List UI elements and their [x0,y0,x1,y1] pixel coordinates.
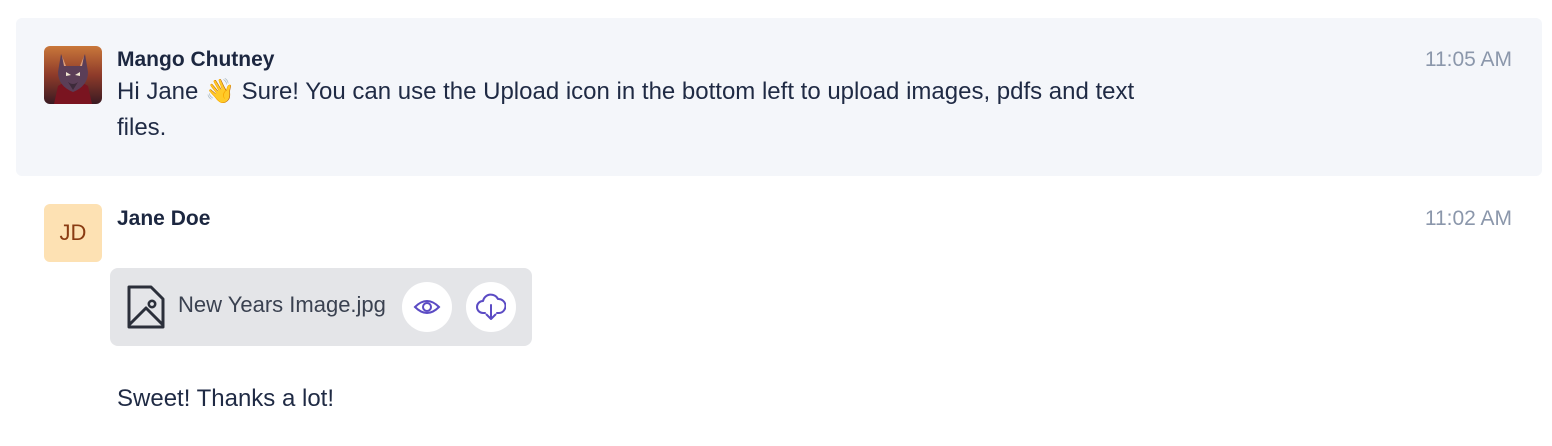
user-photo-avatar [44,46,102,104]
message-text: Hi Jane 👋 Sure! You can use the Upload i… [117,73,1177,146]
file-attachment[interactable]: New Years Image.jpg [110,268,532,346]
message-author[interactable]: Jane Doe [117,207,210,231]
attachment-file-name[interactable]: New Years Image.jpg [178,292,386,318]
view-attachment-button[interactable] [402,282,452,332]
eye-icon [413,300,441,314]
message-text-part: Hi Jane [117,78,206,105]
message-text: Sweet! Thanks a lot! [117,385,335,412]
image-file-icon [124,284,168,330]
message-author[interactable]: Mango Chutney [117,48,275,72]
message-thread: Mango Chutney 11:05 AM Hi Jane 👋 Sure! Y… [0,0,1552,446]
message-text-part: Sure! You can use the Upload icon in the… [117,78,1135,141]
message-item[interactable]: Mango Chutney 11:05 AM Hi Jane 👋 Sure! Y… [16,18,1542,176]
message-timestamp: 11:05 AM [1424,48,1512,71]
wave-emoji: 👋 [205,77,235,105]
avatar[interactable] [44,46,102,104]
message-timestamp: 11:02 AM [1424,207,1512,230]
message-item[interactable]: JD Jane Doe 11:02 AM New Years Image.jpg [16,186,1542,436]
avatar[interactable]: JD [44,204,102,262]
cloud-download-icon [476,293,506,320]
download-attachment-button[interactable] [466,282,516,332]
